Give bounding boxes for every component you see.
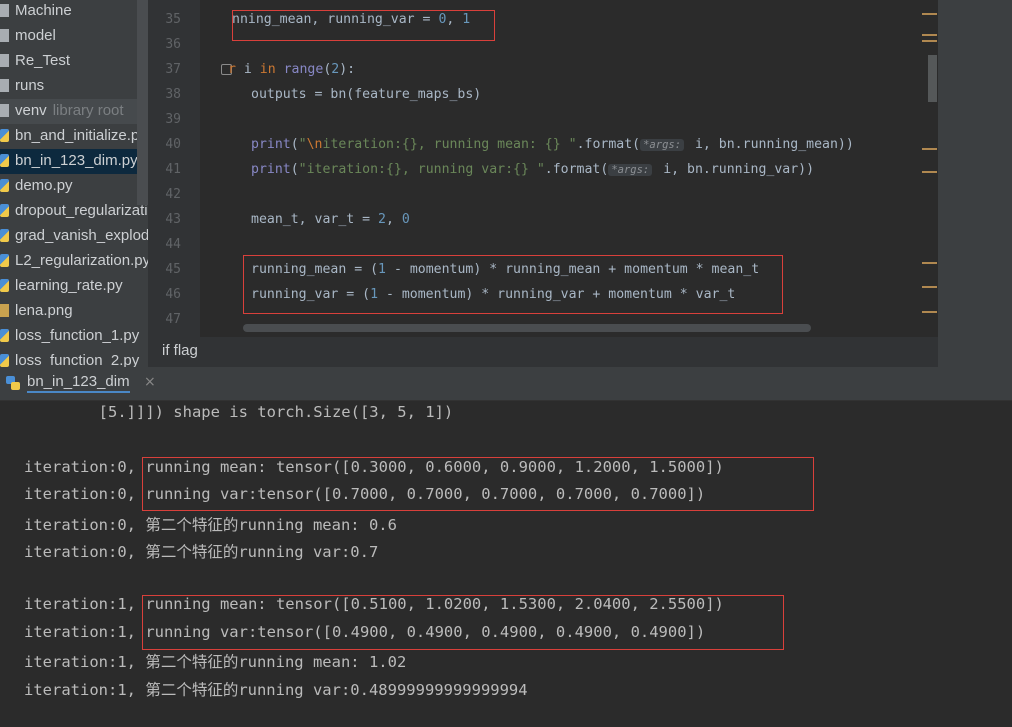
python-file-icon — [0, 154, 9, 167]
marker[interactable] — [922, 262, 937, 264]
vertical-scrollbar[interactable] — [928, 55, 937, 102]
python-file-icon — [0, 129, 9, 142]
tree-item-label: bn_and_initialize.py — [15, 127, 147, 144]
tree-scrollbar[interactable] — [137, 0, 148, 205]
line-number: 42 — [165, 187, 181, 202]
tree-item-label: demo.py — [15, 177, 73, 194]
highlight-box-iteration-0 — [142, 457, 814, 511]
tree-item-file[interactable]: learning_rate.py — [0, 274, 148, 299]
python-file-icon — [0, 279, 9, 292]
code-line-43: mean_t, var_t = 2, 0 — [251, 212, 410, 227]
tree-item-file[interactable]: grad_vanish_explod.py — [0, 224, 148, 249]
line-number: 47 — [165, 312, 181, 327]
tree-item-file-selected[interactable]: bn_in_123_dim.py — [0, 149, 148, 174]
right-panel — [938, 0, 1012, 367]
marker[interactable] — [922, 148, 937, 150]
python-icon — [6, 376, 20, 390]
console-line: iteration:0, 第二个特征的running mean: 0.6 — [24, 516, 397, 534]
tree-item-machine[interactable]: Machine — [0, 0, 148, 24]
line-number: 45 — [165, 262, 181, 277]
library-root-label: library root — [52, 102, 124, 119]
tree-item-label: venv — [15, 102, 47, 119]
horizontal-scrollbar[interactable] — [243, 324, 811, 332]
line-number: 39 — [165, 112, 181, 127]
highlight-box-iteration-1 — [142, 595, 784, 650]
line-number: 36 — [165, 37, 181, 52]
line-number: 40 — [165, 137, 181, 152]
python-file-icon — [0, 229, 9, 242]
line-number: 44 — [165, 237, 181, 252]
tree-item-re-test[interactable]: Re_Test — [0, 49, 148, 74]
tree-item-label: dropout_regularization.py — [15, 202, 148, 219]
line-gutter: 35 36 37 38 39 40 41 42 43 44 45 46 47 — [148, 0, 200, 337]
error-stripe — [918, 0, 938, 337]
tree-item-label: runs — [15, 77, 45, 94]
tree-item-file[interactable]: bn_and_initialize.py — [0, 124, 148, 149]
python-file-icon — [0, 254, 9, 267]
line-number: 35 — [165, 12, 181, 27]
close-icon[interactable]: × — [144, 374, 156, 390]
python-file-icon — [0, 354, 9, 367]
tree-item-model[interactable]: model — [0, 24, 148, 49]
project-tree: Machine model Re_Test runs venv library r… — [0, 0, 148, 370]
tree-item-runs[interactable]: runs — [0, 74, 148, 99]
tree-item-label: learning_rate.py — [15, 277, 123, 294]
run-tab-bar: bn_in_123_dim × — [0, 367, 1012, 401]
console-line: iteration:1, 第二个特征的running var:0.4899999… — [24, 681, 528, 699]
tree-item-label: grad_vanish_explod.py — [15, 227, 148, 244]
image-file-icon — [0, 304, 9, 317]
tree-item-file[interactable]: lena.png — [0, 299, 148, 324]
folder-icon — [0, 29, 9, 42]
code-line-37: r i in range(2): — [228, 62, 356, 77]
highlight-box-lines-45-46 — [243, 255, 783, 314]
python-file-icon — [0, 204, 9, 217]
python-file-icon — [0, 179, 9, 192]
code-line-40: print("\niteration:{}, running mean: {} … — [251, 137, 854, 152]
marker[interactable] — [922, 40, 937, 42]
folder-icon — [0, 104, 9, 117]
tab-bn-in-123-dim[interactable]: bn_in_123_dim × — [0, 367, 160, 400]
marker[interactable] — [922, 13, 937, 15]
folder-icon — [0, 4, 9, 17]
tree-item-label: Re_Test — [15, 52, 71, 69]
code-line-38: outputs = bn(feature_maps_bs) — [251, 87, 482, 102]
breadcrumb-label: if flag — [162, 342, 198, 359]
tree-item-label: lena.png — [15, 302, 73, 319]
marker[interactable] — [922, 311, 937, 313]
line-number: 37 — [165, 62, 181, 77]
tree-item-file[interactable]: L2_regularization.py — [0, 249, 148, 274]
tab-label: bn_in_123_dim — [27, 373, 130, 393]
tree-item-label: model — [15, 27, 56, 44]
tree-item-file[interactable]: demo.py — [0, 174, 148, 199]
console-line: iteration:1, 第二个特征的running mean: 1.02 — [24, 653, 407, 671]
python-file-icon — [0, 329, 9, 342]
param-hint: *args: — [608, 164, 653, 176]
tree-item-label: Machine — [15, 2, 72, 19]
console-line: iteration:0, 第二个特征的running var:0.7 — [24, 543, 379, 561]
folder-icon — [0, 79, 9, 92]
tree-item-label: L2_regularization.py — [15, 252, 148, 269]
line-number: 41 — [165, 162, 181, 177]
code-editor[interactable]: 35 36 37 38 39 40 41 42 43 44 45 46 47 n… — [148, 0, 938, 337]
tree-item-file[interactable]: loss_function_1.py — [0, 324, 148, 349]
marker[interactable] — [922, 286, 937, 288]
line-number: 43 — [165, 212, 181, 227]
folder-icon — [0, 54, 9, 67]
code-line-41: print("iteration:{}, running var:{} ".fo… — [251, 162, 815, 177]
marker[interactable] — [922, 34, 937, 36]
breadcrumb[interactable]: if flag — [148, 337, 938, 367]
highlight-box-line-35 — [232, 10, 495, 41]
param-hint: *args: — [640, 139, 685, 151]
line-number: 46 — [165, 287, 181, 302]
run-console[interactable]: [5.]]]) shape is torch.Size([3, 5, 1]) i… — [0, 401, 1012, 727]
console-line: [5.]]]) shape is torch.Size([3, 5, 1]) — [24, 403, 454, 421]
marker[interactable] — [922, 171, 937, 173]
tree-item-label: loss_function_1.py — [15, 327, 140, 344]
line-number: 38 — [165, 87, 181, 102]
tree-item-venv[interactable]: venv library root — [0, 99, 148, 124]
tree-item-label: bn_in_123_dim.py — [15, 152, 138, 169]
tree-item-file[interactable]: dropout_regularization.py — [0, 199, 148, 224]
